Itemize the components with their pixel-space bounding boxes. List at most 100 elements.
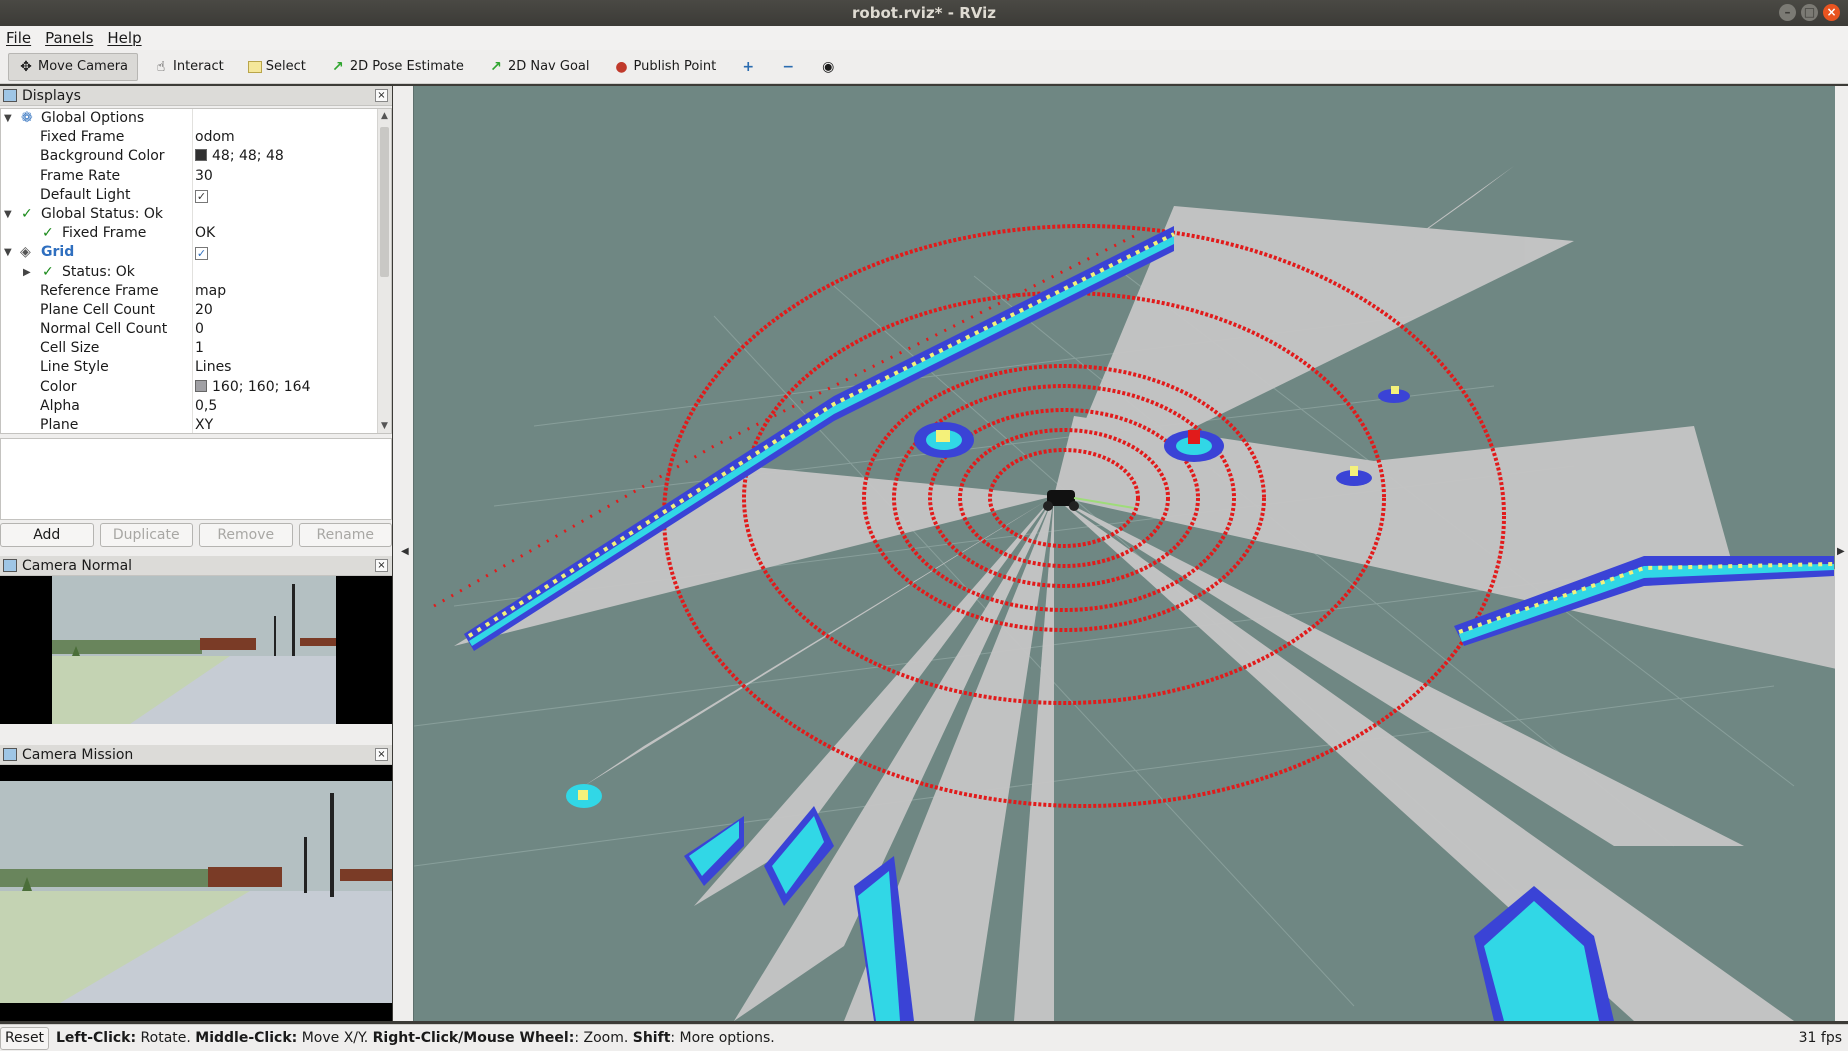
property-value[interactable]: 48; 48; 48 (195, 147, 284, 166)
check-icon: ✓ (42, 225, 54, 242)
displays-title: Displays (22, 88, 81, 104)
property-label: Line Style (40, 359, 109, 376)
tree-row[interactable]: Reference Frame map (1, 282, 391, 301)
tree-row[interactable]: ▼ ❁ Global Options (1, 109, 391, 128)
rename-button[interactable]: Rename (298, 523, 392, 547)
chevron-left-icon[interactable]: ◀ (401, 546, 409, 557)
property-label: Normal Cell Count (40, 321, 168, 338)
tree-row[interactable]: Cell Size 1 (1, 339, 391, 358)
tree-row[interactable]: Default Light ✓ (1, 186, 391, 205)
3d-viewport[interactable] (413, 86, 1835, 1021)
maximize-icon[interactable]: □ (1801, 4, 1818, 21)
property-value[interactable]: 30 (195, 167, 213, 186)
add-tool-button[interactable]: + (731, 53, 765, 81)
toolbar: ✥ Move Camera ☝ Interact Select ↗ 2D Pos… (0, 50, 1848, 84)
camera-normal-view[interactable] (0, 576, 392, 724)
chevron-down-icon[interactable]: ▼ (4, 109, 12, 128)
interact-button[interactable]: ☝ Interact (144, 53, 233, 81)
checkbox[interactable]: ✓ (195, 186, 208, 205)
duplicate-button[interactable]: Duplicate (99, 523, 193, 547)
property-label: Plane (40, 417, 79, 433)
property-value[interactable]: XY (195, 416, 213, 433)
property-value[interactable]: 160; 160; 164 (195, 378, 311, 397)
property-label: Fixed Frame (62, 225, 147, 242)
tree-row[interactable]: Fixed Frame odom (1, 128, 391, 147)
property-value[interactable]: map (195, 282, 226, 301)
menu-panels[interactable]: Panels (45, 29, 93, 47)
close-icon[interactable]: × (375, 559, 388, 572)
title-bar: robot.rviz* - RViz – □ × (0, 0, 1848, 26)
publish-point-button[interactable]: ● Publish Point (604, 53, 725, 81)
remove-tool-button[interactable]: − (771, 53, 805, 81)
window-title: robot.rviz* - RViz (852, 4, 996, 22)
camera-mission-view[interactable] (0, 765, 392, 1021)
tree-row[interactable]: ▼ ✓ Global Status: Ok (1, 205, 391, 224)
chevron-up-icon[interactable]: ▲ (378, 109, 391, 123)
tree-row[interactable]: ▼ ◈ Grid ✓ (1, 243, 391, 262)
select-label: Select (265, 59, 306, 74)
view-button[interactable]: ◉ (811, 53, 845, 81)
plus-icon: + (742, 58, 755, 75)
property-label: Fixed Frame (40, 129, 125, 146)
property-label: Frame Rate (40, 167, 121, 184)
close-icon[interactable]: × (375, 89, 388, 102)
close-icon[interactable]: × (1823, 4, 1840, 21)
check-icon: ✓ (195, 247, 208, 261)
remove-button[interactable]: Remove (199, 523, 293, 547)
tree-row[interactable]: Color 160; 160; 164 (1, 378, 391, 397)
hint-text: Move X/Y. (297, 1030, 373, 1046)
displays-panel-header: Displays × (0, 86, 392, 106)
chevron-down-icon[interactable]: ▼ (4, 243, 12, 262)
nav-goal-button[interactable]: ↗ 2D Nav Goal (479, 53, 599, 81)
tree-row[interactable]: ▶ ✓ Status: Ok (1, 263, 391, 282)
property-value[interactable]: 1 (195, 339, 204, 358)
scroll-thumb[interactable] (380, 127, 389, 277)
tree-row[interactable]: Alpha 0,5 (1, 397, 391, 416)
property-label: Cell Size (40, 340, 100, 357)
chevron-down-icon[interactable]: ▼ (4, 205, 12, 224)
tree-scrollbar[interactable]: ▲ ▼ (377, 109, 391, 433)
color-value: 48; 48; 48 (212, 148, 284, 165)
property-value[interactable]: Lines (195, 358, 231, 377)
arrow-icon: ↗ (490, 58, 502, 75)
pose-estimate-button[interactable]: ↗ 2D Pose Estimate (321, 53, 473, 81)
hint-text: : Zoom. (574, 1030, 633, 1046)
reset-button[interactable]: Reset (0, 1027, 49, 1050)
right-splitter[interactable]: ▶ (1835, 86, 1848, 1021)
display-buttons: Add Duplicate Remove Rename (0, 520, 392, 550)
close-icon[interactable]: × (375, 748, 388, 761)
menu-bar: File Panels Help (0, 26, 1848, 50)
add-button[interactable]: Add (0, 523, 94, 547)
property-label: Alpha (40, 397, 80, 414)
hint-key: Left-Click: (56, 1030, 137, 1046)
displays-tree[interactable]: ▼ ❁ Global Options Fixed Frame odom Backgro… (0, 108, 392, 434)
tree-row[interactable]: Plane XY (1, 416, 391, 433)
checkbox[interactable]: ✓ (195, 243, 208, 262)
minimize-icon[interactable]: – (1779, 4, 1796, 21)
property-value[interactable]: 0,5 (195, 397, 217, 416)
global-options-label: Global Options (41, 110, 145, 126)
menu-file[interactable]: File (6, 29, 31, 47)
property-value[interactable]: odom (195, 128, 235, 147)
nav-goal-label: 2D Nav Goal (507, 59, 590, 74)
tree-row[interactable]: ✓ Fixed Frame OK (1, 224, 391, 243)
status-bar: Reset Left-Click: Rotate. Middle-Click: … (0, 1024, 1848, 1051)
move-camera-button[interactable]: ✥ Move Camera (8, 52, 139, 81)
tree-row[interactable]: Plane Cell Count 20 (1, 301, 391, 320)
select-button[interactable]: Select (239, 53, 315, 81)
property-value[interactable]: 20 (195, 301, 213, 320)
select-icon (247, 60, 262, 73)
chevron-right-icon[interactable]: ▶ (1837, 546, 1845, 557)
tree-row[interactable]: Normal Cell Count 0 (1, 320, 391, 339)
tree-row[interactable]: Background Color 48; 48; 48 (1, 147, 391, 166)
hand-icon: ☝ (156, 58, 166, 75)
left-splitter[interactable]: ◀ (393, 86, 413, 1021)
property-value[interactable]: 0 (195, 320, 204, 339)
chevron-down-icon[interactable]: ▼ (378, 419, 391, 433)
tree-row[interactable]: Frame Rate 30 (1, 167, 391, 186)
chevron-right-icon[interactable]: ▶ (23, 263, 31, 282)
grid-label: Grid (41, 244, 75, 261)
tree-row[interactable]: Line Style Lines (1, 358, 391, 377)
menu-help[interactable]: Help (107, 29, 141, 47)
arrow-icon: ↗ (331, 58, 344, 75)
